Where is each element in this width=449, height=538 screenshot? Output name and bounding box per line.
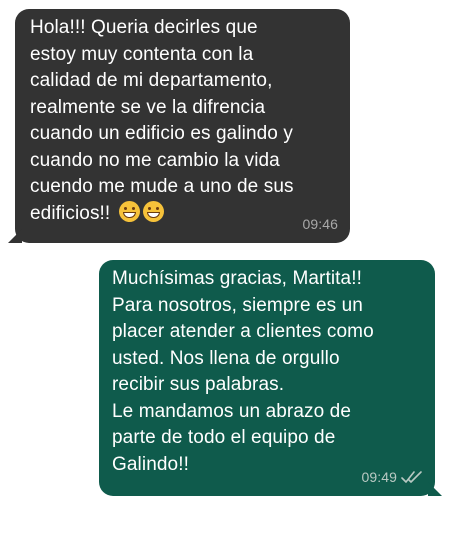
message-meta: 09:46 bbox=[302, 211, 338, 238]
message-line: cuando un edificio es galindo y bbox=[30, 123, 293, 144]
message-timestamp: 09:49 bbox=[361, 468, 397, 485]
message-line: cuando no me cambio la vida bbox=[30, 149, 280, 171]
message-line: recibir sus palabras. bbox=[112, 374, 285, 395]
grinning-face-emoji-icon bbox=[118, 200, 140, 222]
grinning-face-emoji-icon bbox=[142, 200, 164, 222]
message-line: Le mandamos un abrazo de bbox=[112, 400, 351, 422]
message-line: Muchísimas gracias, Martita!! bbox=[112, 268, 362, 289]
message-line: Para nosotros, siempre es un bbox=[112, 294, 363, 316]
message-line: Hola!!! Queria decirles que bbox=[30, 17, 258, 38]
message-line: realmente se ve la difrencia bbox=[30, 96, 266, 118]
message-line: parte de todo el equipo de bbox=[112, 427, 336, 448]
double-check-read-icon bbox=[401, 470, 422, 483]
message-line: estoy muy contenta con la bbox=[30, 43, 254, 65]
chat-thread: Hola!!! Queria decirles que estoy muy co… bbox=[0, 0, 449, 538]
message-timestamp: 09:46 bbox=[302, 215, 338, 232]
message-line: usted. Nos llena de orgullo bbox=[112, 347, 340, 369]
message-line: calidad de mi departamento, bbox=[30, 70, 273, 91]
incoming-message-bubble[interactable]: Hola!!! Queria decirles que estoy muy co… bbox=[8, 9, 350, 243]
message-line-text: edificios!! bbox=[30, 202, 111, 224]
message-meta: 09:49 bbox=[361, 464, 423, 491]
message-line-last: edificios!! bbox=[30, 200, 336, 228]
message-line: placer atender a clientes como bbox=[112, 321, 374, 342]
message-line: cuendo me mude a uno de sus bbox=[30, 176, 294, 197]
outgoing-message-bubble[interactable]: Muchísimas gracias, Martita!! Para nosot… bbox=[99, 260, 442, 496]
